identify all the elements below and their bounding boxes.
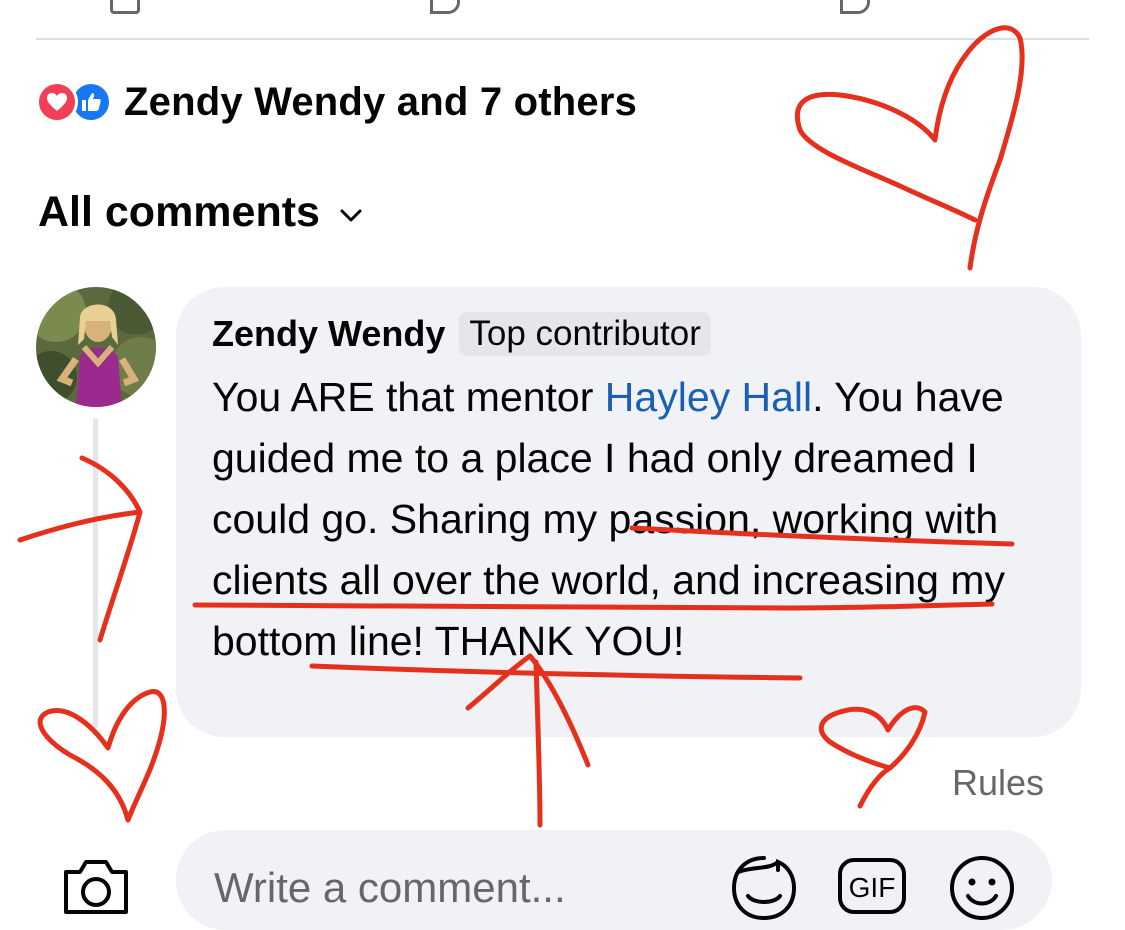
chevron-down-icon <box>340 209 362 221</box>
reactions-count: Zendy Wendy and 7 others <box>124 79 638 124</box>
camera-icon[interactable] <box>60 858 132 914</box>
comments-filter-dropdown[interactable]: All comments <box>38 188 362 237</box>
svg-text:GIF: GIF <box>849 872 896 903</box>
emoji-icon[interactable] <box>946 852 1018 924</box>
reactions-summary[interactable]: Zendy Wendy and 7 others <box>36 78 637 126</box>
comment-bubble[interactable]: Zendy Wendy Top contributor You ARE that… <box>176 287 1081 737</box>
comment-header: Zendy Wendy Top contributor <box>212 309 1045 359</box>
comment-icon[interactable] <box>110 0 140 14</box>
mention-link[interactable]: Hayley Hall <box>605 374 812 420</box>
rules-link[interactable]: Rules <box>952 762 1044 804</box>
avatar[interactable] <box>36 287 156 407</box>
comment-input[interactable] <box>212 852 696 924</box>
comment-composer: GIF <box>176 830 1052 930</box>
comments-filter-label: All comments <box>38 188 320 236</box>
divider <box>36 38 1089 40</box>
heart-left-drawing <box>37 689 167 823</box>
heart-icon <box>36 81 78 123</box>
gif-icon[interactable]: GIF <box>836 856 908 916</box>
arrow-right-drawing <box>17 455 143 643</box>
send-icon[interactable] <box>840 0 870 14</box>
top-action-bar <box>0 0 1125 14</box>
big-heart-drawing <box>794 25 1025 271</box>
comment-author[interactable]: Zendy Wendy <box>212 313 445 355</box>
thread-line <box>93 418 98 728</box>
top-contributor-badge[interactable]: Top contributor <box>459 312 711 356</box>
comment-text: You ARE that mentor Hayley Hall. You hav… <box>212 367 1032 672</box>
share-icon[interactable] <box>430 0 460 14</box>
comment-composer-bar: GIF <box>0 830 1125 930</box>
comment-text-start: You ARE that mentor <box>212 374 605 420</box>
sticker-icon[interactable] <box>728 850 800 930</box>
